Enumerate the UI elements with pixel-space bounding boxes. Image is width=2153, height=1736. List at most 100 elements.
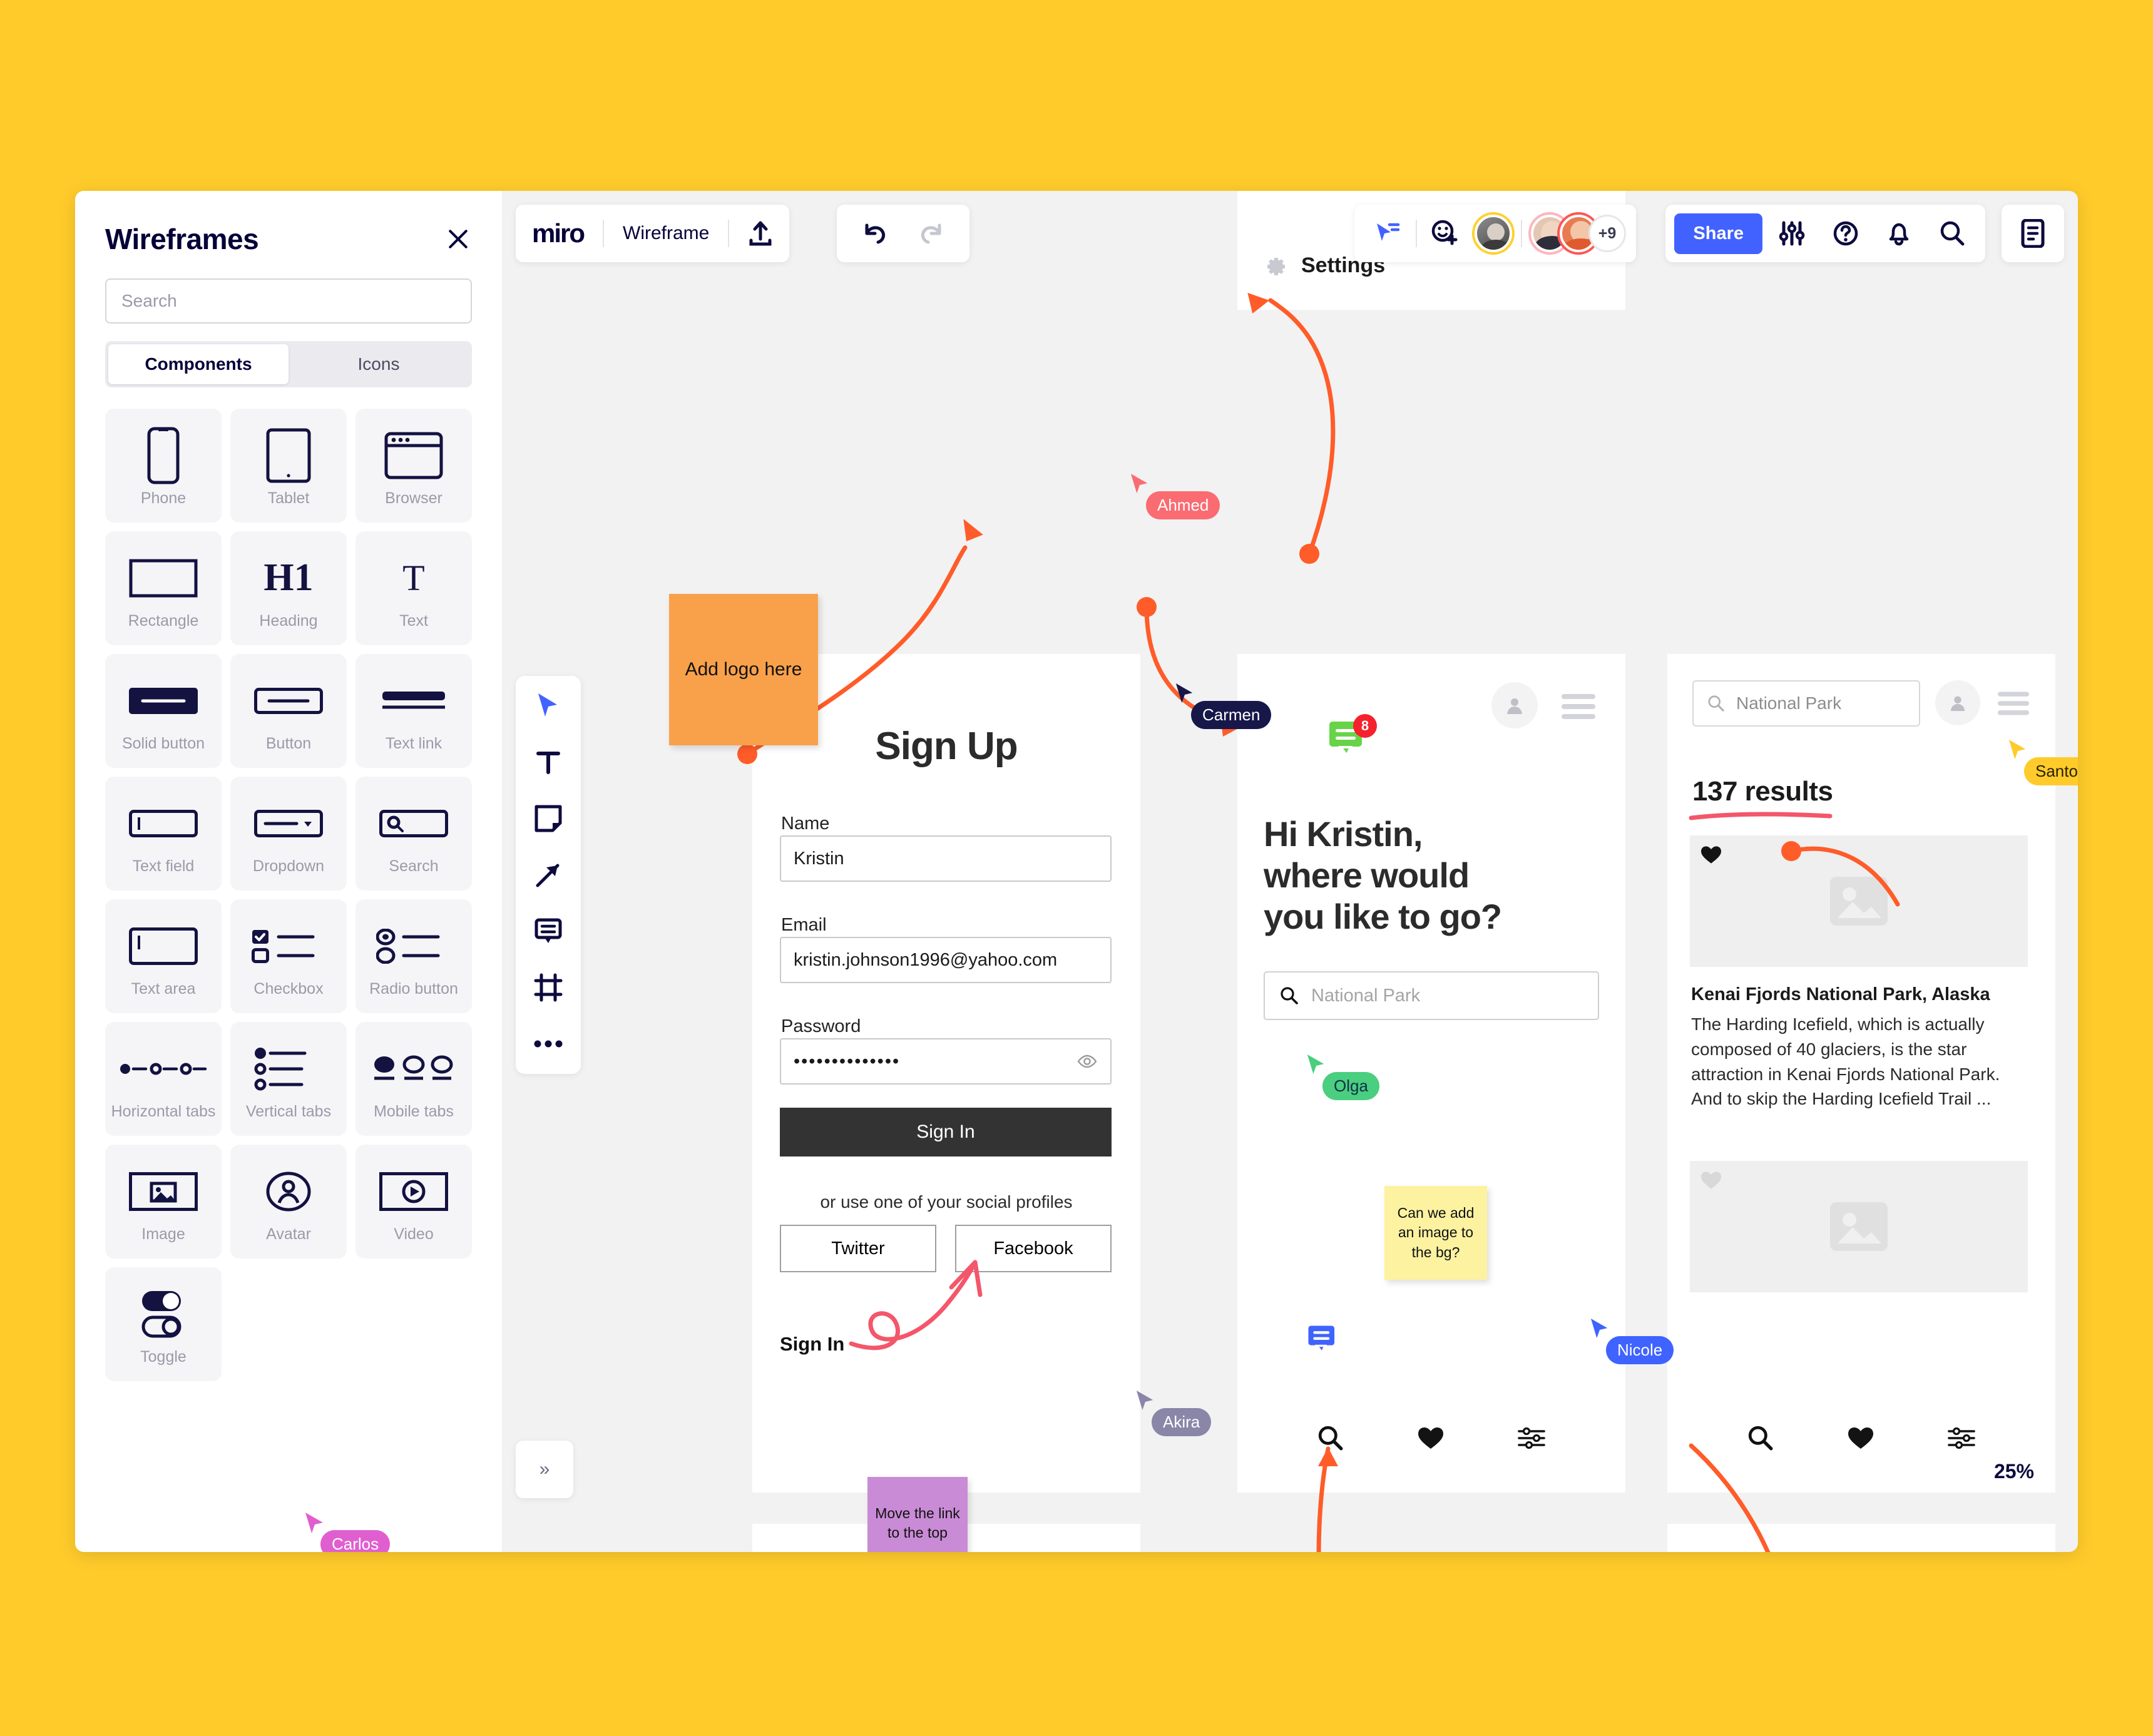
component-video[interactable]: Video [355, 1145, 472, 1259]
search-icon[interactable] [1928, 220, 1977, 247]
component-image[interactable]: Image [105, 1145, 222, 1259]
name-field[interactable]: Kristin [780, 835, 1112, 882]
notifications-bell-icon[interactable] [1875, 220, 1923, 247]
component-vertical-tabs[interactable]: Vertical tabs [230, 1022, 347, 1136]
extra-collaborators-count[interactable]: +9 [1588, 215, 1626, 252]
comment-tool-icon[interactable] [532, 915, 565, 947]
sign-in-button[interactable]: Sign In [780, 1108, 1112, 1156]
add-reaction-icon[interactable] [1422, 220, 1468, 247]
component-label: Solid button [121, 734, 205, 752]
password-field[interactable]: •••••••••••••• [780, 1038, 1112, 1085]
search-field-icon [379, 792, 448, 855]
destination-search-input[interactable]: National Park [1264, 971, 1599, 1020]
component-label: Dropdown [253, 857, 324, 875]
image-icon [129, 1160, 198, 1223]
avatar[interactable] [1475, 215, 1512, 252]
search-input[interactable]: Search [105, 278, 472, 324]
sign-in-link[interactable]: Sign In [780, 1333, 844, 1356]
text-tool-icon[interactable] [532, 746, 565, 779]
filter-icon[interactable] [1517, 1427, 1545, 1449]
component-browser[interactable]: Browser [355, 409, 472, 523]
component-tablet[interactable]: Tablet [230, 409, 347, 523]
cursor-share-icon[interactable] [1364, 222, 1411, 245]
cursor-akira: Akira [1135, 1389, 1212, 1436]
component-horizontal-tabs[interactable]: Horizontal tabs [105, 1022, 222, 1136]
board-name[interactable]: Wireframe [606, 223, 725, 244]
board-canvas[interactable]: Settings Sign Up Name Kristin Email kris… [502, 191, 2078, 1552]
component-label: Radio button [369, 979, 458, 998]
component-button[interactable]: Button [230, 654, 347, 768]
component-phone[interactable]: Phone [105, 409, 222, 523]
tab-components[interactable]: Components [108, 344, 289, 384]
component-text-link[interactable]: Text link [355, 654, 472, 768]
browser-icon [384, 424, 443, 487]
component-dropdown[interactable]: Dropdown [230, 777, 347, 891]
select-cursor-icon[interactable] [532, 690, 565, 722]
component-radio-button[interactable]: Radio button [355, 899, 472, 1013]
component-toggle[interactable]: Toggle [105, 1267, 222, 1381]
search-icon[interactable] [1747, 1425, 1774, 1451]
name-value: Kristin [794, 848, 844, 869]
result-image-1[interactable] [1690, 835, 2028, 967]
frame-tool-icon[interactable] [532, 971, 565, 1004]
cursor-pointer-icon [1136, 1391, 1153, 1411]
component-label: Image [141, 1225, 185, 1243]
profile-avatar-button[interactable] [1491, 682, 1538, 728]
close-icon[interactable] [444, 225, 472, 253]
avatar-stack[interactable]: +9 [1531, 215, 1626, 252]
results-search-input[interactable]: National Park [1692, 680, 1920, 727]
search-icon[interactable] [1317, 1425, 1344, 1451]
arrow-tool-icon[interactable] [532, 859, 565, 891]
component-text[interactable]: T Text [355, 531, 472, 645]
component-text-field[interactable]: Text field [105, 777, 222, 891]
cursor-label: Akira [1152, 1408, 1212, 1436]
sticky-note-add-logo[interactable]: Add logo here [669, 594, 818, 745]
filter-icon[interactable] [1947, 1427, 1975, 1449]
component-heading[interactable]: H1 Heading [230, 531, 347, 645]
zoom-level[interactable]: 25% [1994, 1460, 2034, 1483]
favorite-heart-icon-2[interactable] [1700, 1170, 1722, 1190]
result-image-2[interactable] [1690, 1161, 2028, 1292]
settings-sliders-icon[interactable] [1767, 220, 1816, 247]
results-profile-button[interactable] [1935, 680, 1980, 725]
undo-icon[interactable] [846, 223, 903, 244]
help-icon[interactable] [1821, 220, 1870, 247]
sticky-note-move-link[interactable]: Move the link to the top [867, 1477, 968, 1552]
comment-pin-blue[interactable] [1306, 1324, 1339, 1359]
component-search[interactable]: Search [355, 777, 472, 891]
redo-icon[interactable] [903, 223, 961, 244]
upload-icon[interactable] [732, 220, 789, 247]
component-text-area[interactable]: Text area [105, 899, 222, 1013]
sticky-note-tool-icon[interactable] [532, 802, 565, 835]
email-field[interactable]: kristin.johnson1996@yahoo.com [780, 937, 1112, 983]
share-button-label: Share [1693, 223, 1744, 243]
favorite-heart-icon-1[interactable] [1700, 845, 1722, 865]
sticky-note-image-bg[interactable]: Can we add an image to the bg? [1384, 1186, 1487, 1280]
heart-icon[interactable] [1847, 1426, 1874, 1451]
cursor-nicole: Nicole [1590, 1317, 1674, 1364]
image-placeholder-icon [1830, 877, 1888, 926]
component-label: Text link [385, 734, 442, 752]
button-icon [254, 670, 323, 732]
component-solid-button[interactable]: Solid button [105, 654, 222, 768]
avatar-group[interactable] [1471, 215, 1516, 252]
results-hamburger-button[interactable] [1998, 690, 2029, 720]
hamburger-menu-button[interactable] [1562, 693, 1595, 723]
component-rectangle[interactable]: Rectangle [105, 531, 222, 645]
share-button[interactable]: Share [1674, 213, 1762, 254]
miro-logo[interactable]: miro [516, 218, 600, 248]
text-area-icon [129, 915, 198, 978]
board-notes-icon[interactable] [2021, 219, 2045, 248]
tab-icons[interactable]: Icons [289, 344, 469, 384]
expand-panel-button[interactable]: » [516, 1441, 573, 1498]
board-notes-toolbar [2002, 205, 2064, 262]
more-tools-icon[interactable] [532, 1028, 565, 1060]
cursor-carmen: Carmen [1175, 682, 1272, 729]
comment-pin-greeting[interactable]: 8 [1327, 714, 1377, 762]
eye-icon[interactable] [1076, 1054, 1098, 1068]
board-toolbar-left: miro Wireframe [516, 205, 790, 262]
component-mobile-tabs[interactable]: Mobile tabs [355, 1022, 472, 1136]
component-avatar[interactable]: Avatar [230, 1145, 347, 1259]
heart-icon[interactable] [1417, 1426, 1445, 1451]
component-checkbox[interactable]: Checkbox [230, 899, 347, 1013]
